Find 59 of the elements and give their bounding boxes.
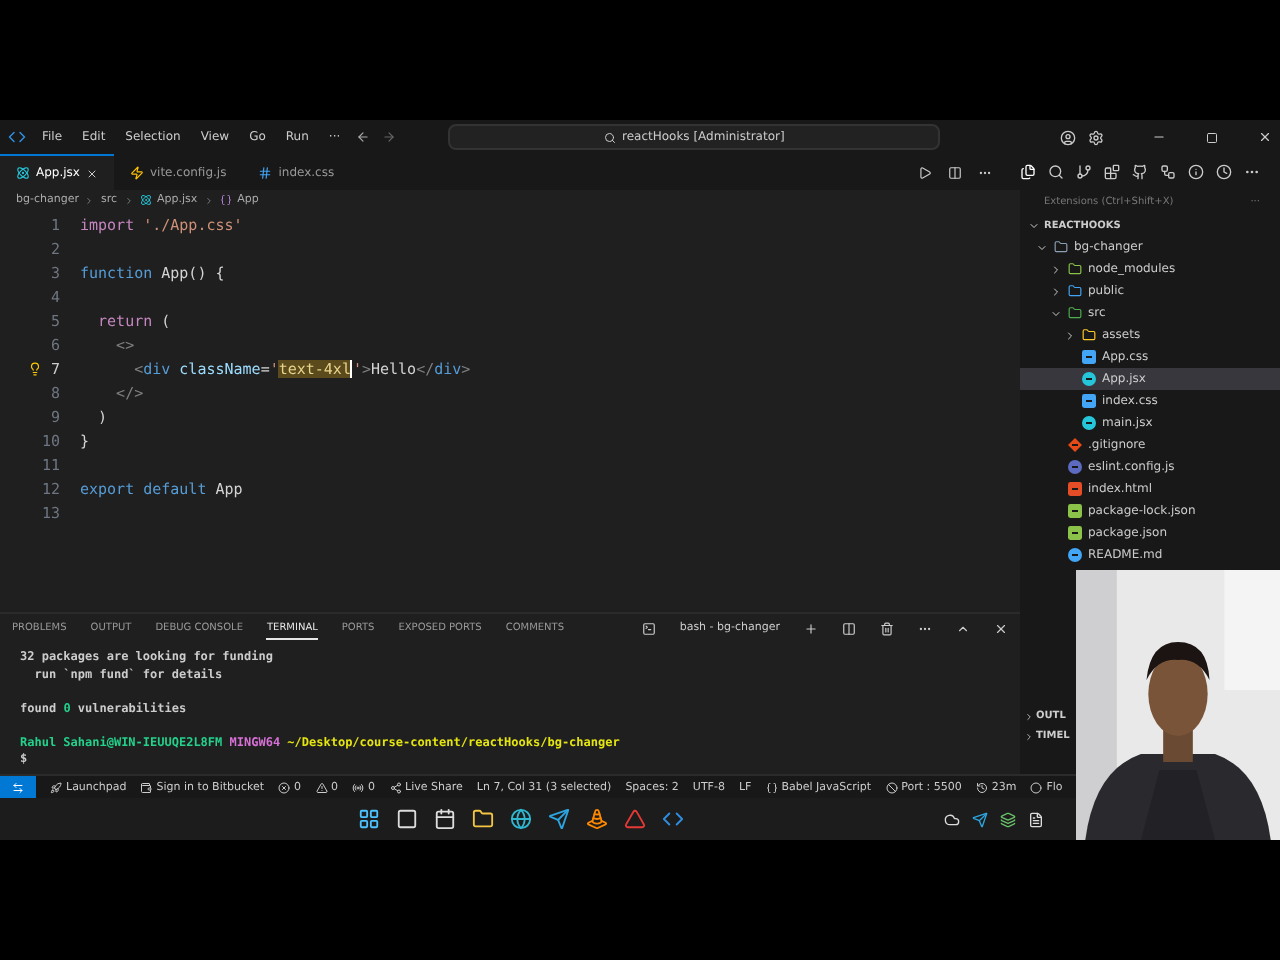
window-icon: [395, 808, 417, 830]
circle-icon: [1030, 781, 1043, 793]
back-arrow-icon: [356, 130, 371, 144]
close-icon: [85, 167, 98, 179]
remote-icon: [12, 781, 24, 793]
history-icon: [975, 781, 988, 793]
terminal-icon: [641, 621, 656, 635]
windows-icon: [357, 808, 379, 830]
chevron-right-icon: [84, 195, 95, 205]
remote-button[interactable]: [0, 776, 36, 798]
error-icon: [278, 781, 291, 793]
share-icon: [389, 781, 402, 793]
braces-icon: [765, 781, 778, 793]
info-icon: [1188, 164, 1204, 180]
split-icon: [842, 621, 856, 635]
chevron-right-icon: [123, 195, 134, 205]
ban-icon: [885, 781, 898, 793]
chevron-up-icon: [956, 621, 970, 635]
atom-icon: [139, 194, 152, 206]
hash-icon: [258, 166, 273, 180]
settings-icon: [1088, 129, 1104, 145]
search-icon: [604, 131, 616, 143]
calendar-icon: [433, 808, 455, 830]
workflow-icon: [1160, 164, 1176, 180]
run-icon: [918, 165, 932, 179]
extensions-icon: [1104, 164, 1120, 180]
close-icon: [994, 621, 1008, 635]
search-icon: [1048, 164, 1064, 180]
braces-icon: [219, 194, 232, 206]
add-icon: [804, 621, 818, 635]
document-icon: [1028, 811, 1044, 827]
broadcast-icon: [352, 781, 365, 793]
paper-plane-icon: [547, 808, 569, 830]
triangle-icon: [623, 808, 645, 830]
clock-icon: [1216, 164, 1232, 180]
trash-icon: [880, 621, 894, 635]
folder-icon: [471, 808, 493, 830]
warning-icon: [315, 781, 328, 793]
close-icon: [1258, 130, 1272, 144]
chevron-down-icon: [1028, 219, 1040, 231]
minimize-icon: [1152, 130, 1166, 144]
account-icon: [1060, 129, 1076, 145]
globe-icon: [509, 808, 531, 830]
cone-icon: [585, 808, 607, 830]
maximize-icon: [1206, 131, 1218, 143]
rocket-icon: [50, 781, 62, 793]
github-icon: [1132, 164, 1148, 180]
code-icon: [661, 808, 683, 830]
split-editor-icon: [948, 165, 962, 179]
forward-arrow-icon: [382, 130, 397, 144]
cloud-icon: [944, 811, 960, 827]
atom-icon: [16, 166, 30, 180]
source-control-icon: [1076, 164, 1092, 180]
chevron-right-icon: [203, 195, 214, 205]
lightning-icon: [129, 166, 144, 180]
vscode-logo-icon: [8, 128, 26, 146]
explorer-icon: [1020, 164, 1036, 180]
paper-plane-icon: [972, 811, 988, 827]
layers-icon: [1000, 811, 1016, 827]
